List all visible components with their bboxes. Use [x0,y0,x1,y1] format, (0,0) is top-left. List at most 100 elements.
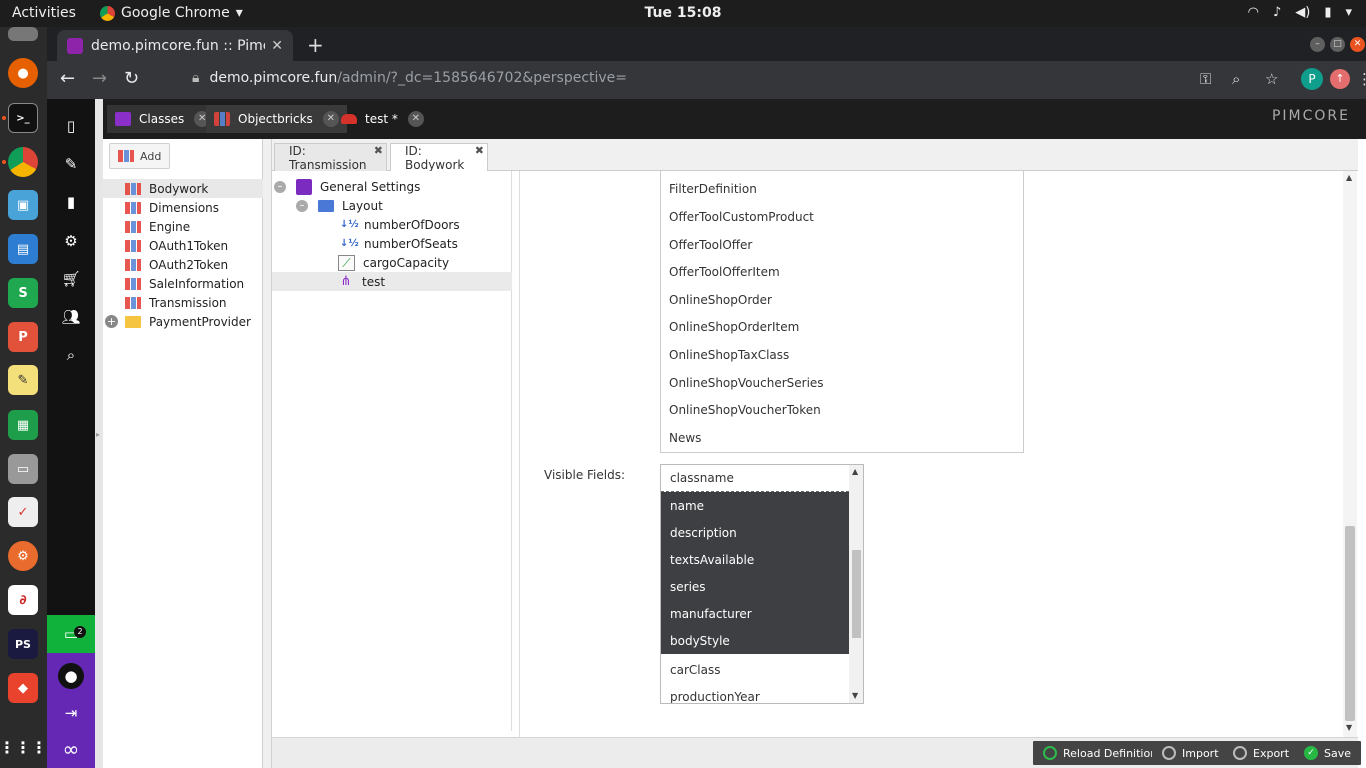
notifications-area[interactable]: ▭ 2 [47,615,95,653]
visible-fields-multiselect[interactable]: classname name description textsAvailabl… [660,464,864,704]
document-viewer-icon[interactable]: ▤ [8,234,38,264]
tree-item-saleinformation[interactable]: SaleInformation [103,274,263,293]
tab-objectbricks[interactable]: Objectbricks ✕ [206,105,347,133]
browser-tab[interactable]: demo.pimcore.fun :: Pimc ✕ [57,30,293,61]
tab-id-transmission[interactable]: ID: Transmission ✖ [274,143,387,172]
list-item[interactable]: name [661,492,849,519]
list-item[interactable]: News [669,431,701,445]
anydesk-icon[interactable]: ◆ [8,673,38,703]
close-window-icon[interactable]: ✕ [1350,37,1365,52]
list-item[interactable]: OnlineShopOrder [669,293,772,307]
tree-node-general-settings[interactable]: – General Settings [272,177,512,196]
list-item[interactable]: productionYear [661,683,849,704]
tree-node-cargocapacity[interactable]: ⟋ cargoCapacity [272,253,512,272]
tools-icon[interactable]: ✎ [59,152,83,176]
dock-app-top-icon[interactable] [8,27,38,41]
scroll-down-icon[interactable]: ▼ [1346,723,1352,732]
chrome-menu-icon[interactable]: ⋮ [1357,70,1366,88]
scroll-down-icon[interactable]: ▼ [852,691,858,700]
user-avatar-icon[interactable]: ● [58,663,84,689]
pimcore-logo-icon[interactable]: ∞ [59,737,83,761]
tree-item-dimensions[interactable]: Dimensions [103,198,263,217]
system-tray[interactable]: ◠ ♪ ◀) ▮ ▾ [1248,5,1352,20]
list-item[interactable]: OnlineShopVoucherSeries [669,376,824,390]
firefox-icon[interactable]: ● [8,58,38,88]
tree-item-transmission[interactable]: Transmission [103,293,263,312]
minimize-icon[interactable]: – [1310,37,1325,52]
list-item[interactable]: OfferToolCustomProduct [669,210,814,224]
update-icon[interactable]: ↑ [1330,69,1350,89]
presentation-app-icon[interactable]: P [8,322,38,352]
list-item[interactable]: FilterDefinition [669,182,757,196]
pdf-app-icon[interactable]: ∂ [8,585,38,615]
tree-node-numberofdoors[interactable]: ↓½ numberOfDoors [272,215,512,234]
text-editor-icon[interactable]: ✎ [8,365,38,395]
maximize-icon[interactable]: □ [1330,37,1345,52]
calc-icon[interactable]: ▦ [8,410,38,440]
list-item[interactable]: OfferToolOffer [669,238,752,252]
tree-item-oauth2token[interactable]: OAuth2Token [103,255,263,274]
activities-button[interactable]: Activities [12,5,76,21]
users-icon[interactable]: 👥︎ [59,305,83,329]
scroll-up-icon[interactable]: ▲ [852,467,858,476]
tab-classes[interactable]: Classes ✕ [107,105,219,133]
list-item[interactable]: classname [661,465,849,492]
list-item[interactable]: OnlineShopVoucherToken [669,403,821,417]
tree-node-numberofseats[interactable]: ↓½ numberOfSeats [272,234,512,253]
search-icon[interactable]: ⌕ [59,343,83,367]
tree-item-engine[interactable]: Engine [103,217,263,236]
tree-node-test[interactable]: ⋔ test [272,272,512,291]
scrollbar-thumb[interactable] [1345,526,1355,721]
profile-avatar[interactable]: P [1301,68,1323,90]
allowed-classes-list[interactable]: FilterDefinition OfferToolCustomProduct … [660,171,1024,453]
close-icon[interactable]: ✖ [374,144,383,157]
list-item[interactable]: carClass [661,656,849,683]
list-item[interactable]: description [661,519,849,546]
import-button[interactable]: Import [1152,741,1229,765]
checkmark-app-icon[interactable]: ✓ [8,497,38,527]
phpstorm-icon[interactable]: PS [8,629,38,659]
show-applications-icon[interactable]: ⋮⋮⋮ [0,732,47,762]
reload-icon[interactable]: ↻ [124,68,139,89]
collapse-icon[interactable]: – [274,180,286,193]
list-item[interactable]: series [661,573,849,600]
close-icon[interactable]: ✕ [407,111,424,127]
file-icon[interactable]: ▯ [59,114,83,138]
address-bar[interactable]: 🔒︎ demo.pimcore.fun/admin/?_dc=1585646702… [192,70,627,86]
ecommerce-cart-icon[interactable]: 🛒︎ [59,267,83,291]
panel-splitter[interactable] [263,139,271,768]
scroll-up-icon[interactable]: ▲ [1346,173,1352,182]
bookmark-star-icon[interactable]: ☆ [1265,70,1278,88]
editor-scrollbar[interactable]: ▲ ▼ [1343,171,1357,737]
settings-icon[interactable]: ⚙ [59,229,83,253]
tree-item-paymentprovider[interactable]: + PaymentProvider [103,312,263,331]
settings-gear-icon[interactable]: ⚙ [8,541,38,571]
scrollbar-thumb[interactable] [852,550,861,638]
export-button[interactable]: Export [1223,741,1300,765]
key-icon[interactable]: ⚿ [1200,70,1211,88]
close-tab-icon[interactable]: ✕ [271,38,283,54]
tree-node-layout[interactable]: – Layout [272,196,512,215]
expand-icon[interactable]: + [105,315,118,328]
new-tab-icon[interactable]: + [307,33,324,57]
collapse-icon[interactable]: – [296,199,308,212]
back-icon[interactable]: ← [60,68,75,89]
list-item[interactable]: bodyStyle [661,627,849,654]
tree-item-bodywork[interactable]: Bodywork [103,179,263,198]
list-item[interactable]: manufacturer [661,600,849,627]
list-item[interactable]: OnlineShopOrderItem [669,320,799,334]
terminal-icon[interactable]: >_ [8,103,38,133]
zoom-icon[interactable]: ⌕ [1232,70,1240,88]
printer-icon[interactable]: ▭ [8,454,38,484]
list-item[interactable]: OfferToolOfferItem [669,265,780,279]
tree-item-oauth1token[interactable]: OAuth1Token [103,236,263,255]
spreadsheet-app-icon[interactable]: S [8,278,38,308]
app-menu[interactable]: Google Chrome ▾ [100,5,243,21]
list-item[interactable]: textsAvailable [661,546,849,573]
logout-icon[interactable]: ⇥ [59,701,83,725]
save-button[interactable]: ✓ Save [1294,741,1362,765]
close-icon[interactable]: ✖ [475,144,484,157]
chrome-icon[interactable] [8,147,38,177]
collapse-handle[interactable]: ▸ [95,99,103,768]
virtualbox-icon[interactable]: ▣ [8,190,38,220]
